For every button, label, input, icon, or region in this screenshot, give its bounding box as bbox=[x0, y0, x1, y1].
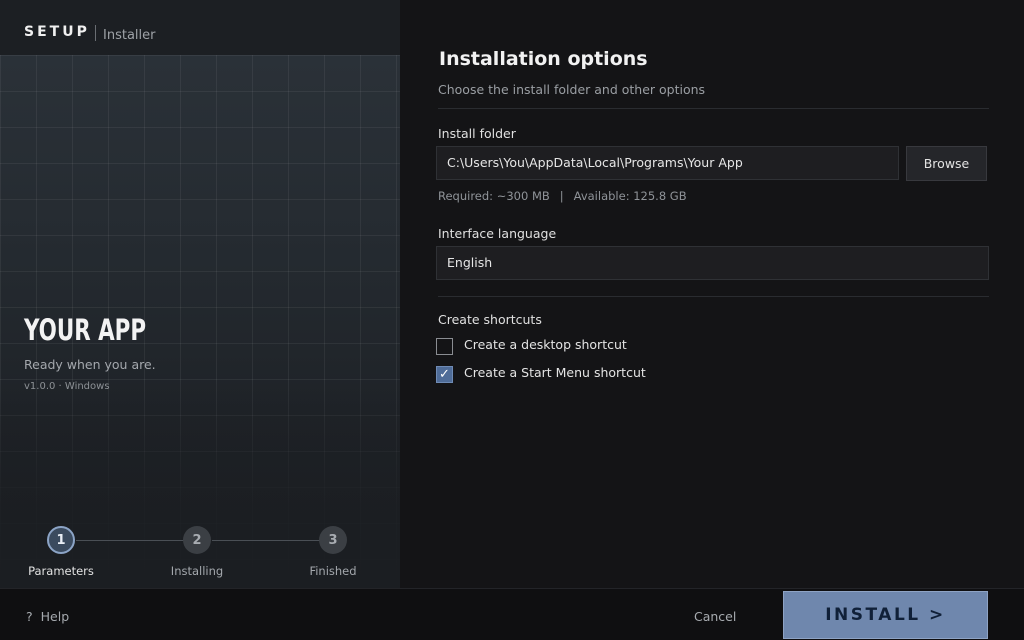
question-icon: ? bbox=[26, 609, 33, 624]
app-tagline: Ready when you are. bbox=[24, 357, 156, 372]
step-installing: 2 Installing bbox=[152, 526, 242, 578]
step-number: 2 bbox=[183, 526, 211, 554]
required-space: Required: ~300 MB bbox=[438, 189, 550, 203]
step-number: 3 bbox=[319, 526, 347, 554]
install-folder-input[interactable]: C:\Users\You\AppData\Local\Programs\Your… bbox=[436, 146, 899, 180]
footer-bar: ? Help Cancel INSTALL > bbox=[0, 588, 1024, 640]
install-button[interactable]: INSTALL > bbox=[783, 591, 988, 639]
page-subtitle: Choose the install folder and other opti… bbox=[438, 82, 706, 97]
left-panel: SETUP Installer YOUR APP Ready when you … bbox=[0, 0, 400, 588]
step-label: Parameters bbox=[28, 564, 94, 578]
cancel-button[interactable]: Cancel bbox=[694, 609, 736, 624]
help-label: Help bbox=[40, 609, 70, 624]
app-version: v1.0.0 · Windows bbox=[24, 381, 110, 392]
language-select[interactable]: English bbox=[436, 246, 989, 280]
install-folder-label: Install folder bbox=[438, 126, 516, 141]
available-space: Available: 125.8 GB bbox=[573, 189, 687, 203]
browse-button[interactable]: Browse bbox=[906, 146, 987, 181]
step-indicator: 1 Parameters 2 Installing 3 Finished bbox=[0, 520, 400, 588]
start-menu-shortcut-label[interactable]: Create a Start Menu shortcut bbox=[464, 365, 646, 380]
start-menu-shortcut-option[interactable]: ✓ Create a Start Menu shortcut bbox=[436, 365, 646, 383]
divider bbox=[438, 296, 989, 297]
shortcuts-label: Create shortcuts bbox=[438, 312, 542, 327]
desktop-shortcut-label[interactable]: Create a desktop shortcut bbox=[464, 337, 627, 352]
disk-space-info: Required: ~300 MB | Available: 125.8 GB bbox=[438, 189, 687, 203]
step-label: Installing bbox=[170, 564, 224, 578]
app-name: YOUR APP bbox=[24, 313, 147, 347]
checkmark-icon: ✓ bbox=[439, 367, 450, 382]
brand-subtitle: Installer bbox=[103, 28, 156, 43]
brand-title: SETUP bbox=[24, 24, 90, 40]
brand-separator bbox=[95, 25, 96, 41]
step-label: Finished bbox=[309, 564, 357, 578]
desktop-shortcut-checkbox[interactable] bbox=[436, 338, 453, 355]
desktop-shortcut-option[interactable]: Create a desktop shortcut bbox=[436, 337, 627, 355]
step-parameters: 1 Parameters bbox=[16, 526, 106, 578]
step-number: 1 bbox=[47, 526, 75, 554]
page-title: Installation options bbox=[439, 48, 648, 70]
divider bbox=[438, 108, 989, 109]
help-link[interactable]: ? Help bbox=[26, 609, 69, 624]
step-finished: 3 Finished bbox=[288, 526, 378, 578]
info-separator: | bbox=[559, 189, 564, 203]
language-label: Interface language bbox=[438, 226, 557, 241]
options-panel: Installation options Choose the install … bbox=[400, 0, 1024, 588]
start-menu-shortcut-checkbox[interactable]: ✓ bbox=[436, 366, 453, 383]
